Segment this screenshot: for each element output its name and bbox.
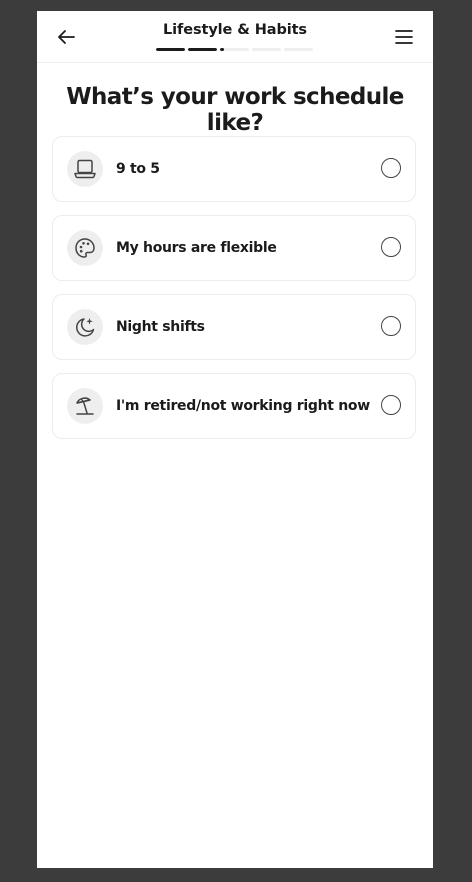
- radio-button[interactable]: [381, 237, 401, 257]
- radio-button[interactable]: [381, 395, 401, 415]
- option-label: I'm retired/not working right now: [116, 398, 370, 414]
- radio-button[interactable]: [381, 316, 401, 336]
- option-icon-badge: [67, 309, 103, 345]
- option-retired[interactable]: I'm retired/not working right now: [52, 373, 416, 439]
- option-night-shifts[interactable]: Night shifts: [52, 294, 416, 360]
- option-icon-badge: [67, 151, 103, 187]
- moon-sparkle-icon: [76, 318, 95, 337]
- option-label: 9 to 5: [116, 161, 160, 177]
- option-flexible-hours[interactable]: My hours are flexible: [52, 215, 416, 281]
- menu-button[interactable]: [391, 24, 417, 50]
- hamburger-menu-icon: [395, 30, 413, 44]
- page-title: Lifestyle & Habits: [163, 22, 307, 38]
- progress-step-fill: [220, 48, 225, 51]
- laptop-icon: [74, 159, 96, 179]
- progress-step: [220, 48, 249, 51]
- progress-step-fill: [156, 48, 185, 51]
- progress-step-fill: [188, 48, 217, 51]
- option-label: Night shifts: [116, 319, 205, 335]
- progress-indicator: [156, 48, 314, 51]
- palette-icon: [75, 238, 95, 258]
- option-label: My hours are flexible: [116, 240, 277, 256]
- beach-umbrella-icon: [76, 397, 94, 415]
- top-bar: Lifestyle & Habits: [37, 11, 433, 63]
- progress-step: [188, 48, 217, 51]
- option-9-to-5[interactable]: 9 to 5: [52, 136, 416, 202]
- progress-step: [252, 48, 281, 51]
- option-icon-badge: [67, 230, 103, 266]
- progress-step: [156, 48, 185, 51]
- app-screen: Lifestyle & Habits What’s your work sche…: [37, 11, 433, 868]
- progress-step: [284, 48, 313, 51]
- radio-button[interactable]: [381, 158, 401, 178]
- option-icon-badge: [67, 388, 103, 424]
- question-heading: What’s your work schedule like?: [66, 84, 404, 136]
